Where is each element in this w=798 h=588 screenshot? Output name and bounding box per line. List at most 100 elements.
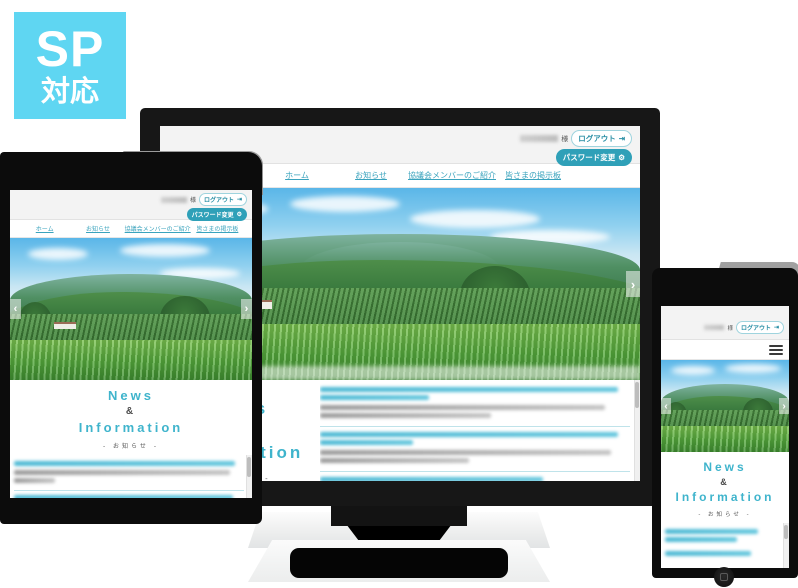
chevron-right-icon: › xyxy=(244,303,249,315)
logout-button[interactable]: ログアウト ⇥ xyxy=(735,321,784,334)
tablet-body: 様 ログアウト ⇥ パスワード変更 ⚙ ホーム お知らせ 協議会メンバーのご紹介… xyxy=(0,152,262,524)
news-item-body-wrap xyxy=(14,478,56,483)
password-change-label: パスワード変更 xyxy=(191,213,234,219)
site-title xyxy=(666,311,778,319)
news-heading-amp: & xyxy=(125,406,137,417)
screenshot-root: 様 ログアウト ⇥ パスワード変更 ⚙ ホーム お知らせ 協議会メンバーのご紹介… xyxy=(0,0,798,588)
site-title xyxy=(170,134,420,146)
tablet-site: 様 ログアウト ⇥ パスワード変更 ⚙ ホーム お知らせ 協議会メンバーのご紹介… xyxy=(10,190,252,498)
phone-body: 様 ログアウト ⇥ ‹ › News & Information - お知らせ … xyxy=(652,268,798,578)
hamburger-bar xyxy=(769,352,783,355)
chevron-left-icon: ‹ xyxy=(13,303,18,315)
carousel-next-button[interactable]: › xyxy=(626,271,640,297)
user-honorific: 様 xyxy=(561,135,569,143)
chevron-right-icon: › xyxy=(782,400,786,412)
sidebar-item-home[interactable]: ホーム xyxy=(260,170,334,181)
sidebar-item-news[interactable]: お知らせ xyxy=(334,170,408,181)
news-list xyxy=(661,523,789,568)
logout-button[interactable]: ログアウト ⇥ xyxy=(198,193,247,206)
news-heading-subtitle: - お知らせ - xyxy=(698,512,752,518)
sidebar-item-board[interactable]: 皆さまの掲示板 xyxy=(191,224,244,233)
cloud-icon xyxy=(120,244,210,257)
home-square-icon xyxy=(720,573,728,581)
logout-arrow-icon: ⇥ xyxy=(236,196,242,203)
tablet-userbox: 様 ログアウト ⇥ パスワード変更 ⚙ xyxy=(160,193,247,221)
sidebar-item-home[interactable]: ホーム xyxy=(18,224,71,233)
news-item-title xyxy=(320,432,618,437)
sidebar-item-board[interactable]: 皆さまの掲示板 xyxy=(496,170,570,181)
list-item[interactable] xyxy=(665,527,781,548)
hamburger-menu-icon[interactable] xyxy=(769,344,783,355)
phone-screen: 様 ログアウト ⇥ ‹ › News & Information - お知らせ … xyxy=(661,306,789,568)
list-item[interactable] xyxy=(320,427,630,472)
news-item-body-wrap xyxy=(320,413,491,418)
tablet-hero-image: ‹ › xyxy=(10,238,252,380)
hero-house xyxy=(54,322,76,329)
scrollbar-thumb[interactable] xyxy=(635,382,639,408)
scrollbar[interactable] xyxy=(634,380,640,481)
hamburger-bar xyxy=(769,348,783,351)
carousel-next-button[interactable]: › xyxy=(241,299,252,319)
list-item[interactable] xyxy=(14,459,244,491)
news-list xyxy=(10,455,252,498)
news-heading: News & Information - お知らせ - xyxy=(10,380,252,455)
tablet-news-section: News & Information - お知らせ - xyxy=(10,380,252,498)
list-item[interactable] xyxy=(320,472,630,481)
cloud-icon xyxy=(725,364,781,373)
news-heading-line1: News xyxy=(108,388,154,403)
smartphone-device: 様 ログアウト ⇥ ‹ › News & Information - お知らせ … xyxy=(652,262,798,588)
gear-icon: ⚙ xyxy=(618,152,625,162)
news-item-body xyxy=(320,450,612,455)
news-heading-line2: Information xyxy=(675,490,775,504)
carousel-prev-button[interactable]: ‹ xyxy=(661,398,671,414)
password-change-button[interactable]: パスワード変更 ⚙ xyxy=(555,149,632,166)
hamburger-bar xyxy=(769,344,783,347)
news-heading-line1: News xyxy=(703,460,747,474)
news-item-body xyxy=(320,405,606,410)
carousel-next-button[interactable]: › xyxy=(779,398,789,414)
cloud-icon xyxy=(290,196,400,212)
list-item[interactable] xyxy=(320,384,630,427)
logout-label: ログアウト xyxy=(578,134,616,143)
scrollbar[interactable] xyxy=(246,455,252,498)
phone-nav xyxy=(661,340,789,360)
news-item-title xyxy=(14,495,233,498)
sidebar-item-members[interactable]: 協議会メンバーのご紹介 xyxy=(408,170,496,181)
news-list xyxy=(320,380,640,481)
password-change-button[interactable]: パスワード変更 ⚙ xyxy=(186,208,247,221)
news-item-title xyxy=(320,387,618,392)
scrollbar[interactable] xyxy=(783,523,789,568)
news-heading-line2: Information xyxy=(78,420,184,435)
list-item[interactable] xyxy=(665,548,781,562)
logout-arrow-icon: ⇥ xyxy=(618,133,625,143)
gear-icon: ⚙ xyxy=(236,211,242,218)
news-heading-subtitle: - お知らせ - xyxy=(102,443,160,450)
chevron-left-icon: ‹ xyxy=(664,400,668,412)
phone-news-section: News & Information - お知らせ - xyxy=(661,452,789,568)
phone-site: 様 ログアウト ⇥ ‹ › News & Information - お知らせ … xyxy=(661,306,789,568)
phone-hero-image: ‹ › xyxy=(661,360,789,452)
scrollbar-thumb[interactable] xyxy=(247,457,251,477)
tablet-screen: 様 ログアウト ⇥ パスワード変更 ⚙ ホーム お知らせ 協議会メンバーのご紹介… xyxy=(10,190,252,498)
logout-button[interactable]: ログアウト ⇥ xyxy=(571,130,632,147)
news-item-title-wrap xyxy=(320,440,413,445)
sidebar-item-news[interactable]: お知らせ xyxy=(71,224,124,233)
list-item[interactable] xyxy=(14,491,244,498)
logout-label: ログアウト xyxy=(203,198,234,204)
user-name xyxy=(704,325,725,330)
news-item-title xyxy=(320,477,544,481)
news-item-title xyxy=(665,529,758,534)
user-honorific: 様 xyxy=(189,198,196,204)
logout-label: ログアウト xyxy=(740,326,771,332)
user-row: 様 ログアウト ⇥ xyxy=(704,321,784,334)
phone-home-button[interactable] xyxy=(714,567,734,587)
user-row: 様 ログアウト ⇥ xyxy=(160,193,247,206)
sidebar-item-members[interactable]: 協議会メンバーのご紹介 xyxy=(125,224,191,233)
scrollbar-thumb[interactable] xyxy=(784,525,788,539)
news-item-body xyxy=(14,470,231,475)
carousel-prev-button[interactable]: ‹ xyxy=(10,299,21,319)
desktop-userbox: 様 ログアウト ⇥ パスワード変更 ⚙ xyxy=(520,130,632,166)
user-row: 様 ログアウト ⇥ xyxy=(520,130,632,147)
site-title xyxy=(16,195,176,205)
user-honorific: 様 xyxy=(727,325,733,332)
